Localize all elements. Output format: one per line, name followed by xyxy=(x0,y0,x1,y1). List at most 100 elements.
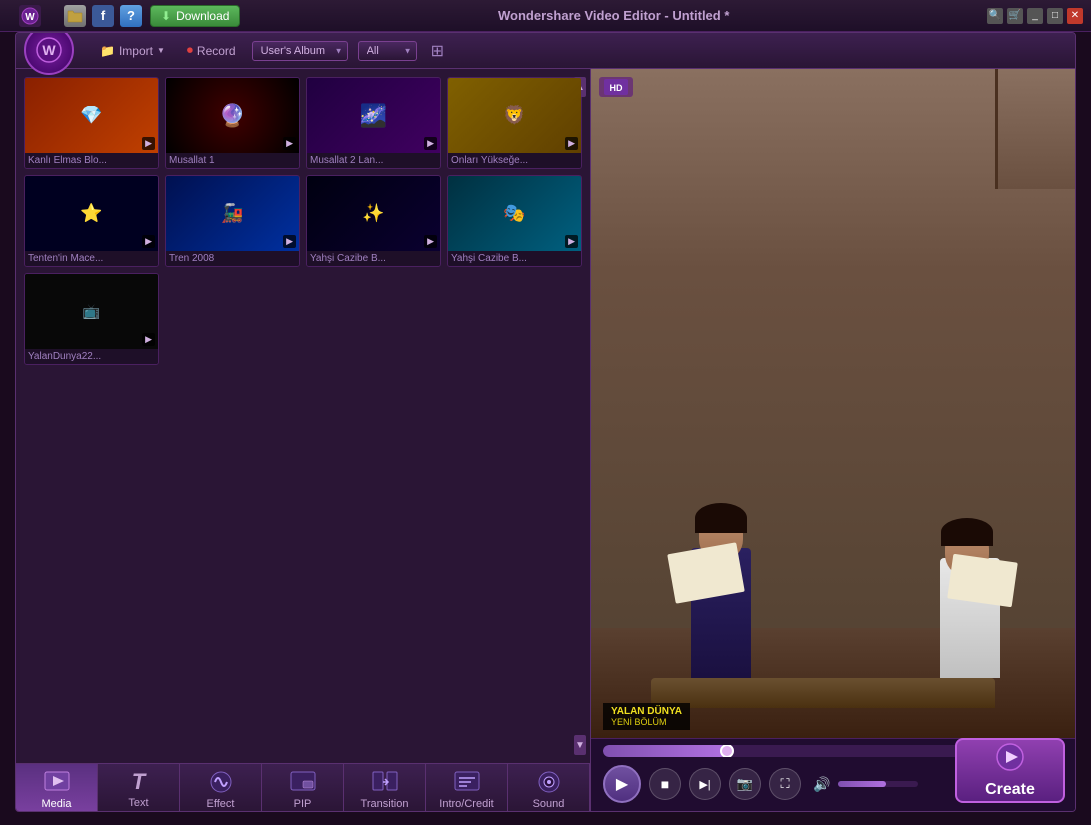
media-item[interactable]: 🎭▶ Yahşi Cazibe B... xyxy=(447,175,582,267)
layout-icon[interactable]: ⊞ xyxy=(431,41,444,61)
media-item[interactable]: ✨▶ Yahşi Cazibe B... xyxy=(306,175,441,267)
help-icon[interactable]: ? xyxy=(120,5,142,27)
media-item[interactable]: 🔮▶ Musallat 1 xyxy=(165,77,300,169)
media-item-label: Yahşi Cazibe B... xyxy=(307,251,440,266)
folder-icon[interactable] xyxy=(64,5,86,27)
import-button[interactable]: 📁 Import ▼ xyxy=(94,42,171,60)
stop-button[interactable]: ■ xyxy=(649,768,681,800)
player-controls: ▶ ■ ▶| 📷 ⛶ 🔊 00:42:53 / 01:32:50 xyxy=(591,738,1075,812)
app-window: W 📁 Import ▼ ⏺ Record User's Album My Vi… xyxy=(15,32,1076,812)
svg-text:W: W xyxy=(42,42,56,58)
media-item[interactable]: 🚂▶ Tren 2008 xyxy=(165,175,300,267)
tab-transition[interactable]: Transition xyxy=(344,764,426,812)
logo: W xyxy=(0,5,60,27)
facebook-icon[interactable]: f xyxy=(92,5,114,27)
minimize-button[interactable]: _ xyxy=(1027,8,1043,24)
album-select[interactable]: User's Album My Videos My Photos xyxy=(252,41,348,61)
app-title: Wondershare Video Editor - Untitled * xyxy=(240,8,987,23)
person2 xyxy=(925,518,1015,678)
maximize-button[interactable]: □ xyxy=(1047,8,1063,24)
sound-tab-icon xyxy=(533,768,565,796)
import-dropdown-icon: ▼ xyxy=(157,46,165,55)
transition-tab-icon xyxy=(369,768,401,796)
tab-pip-label: PIP xyxy=(294,798,312,810)
main-content: ▲ 💎▶ Kanlı Elmas Blo... 🔮▶ Musallat 1 🌌▶… xyxy=(16,69,1075,812)
media-item[interactable]: 💎▶ Kanlı Elmas Blo... xyxy=(24,77,159,169)
media-item[interactable]: ⭐▶ Tenten'in Mace... xyxy=(24,175,159,267)
progress-fill xyxy=(603,745,727,757)
hd-badge: HD xyxy=(599,77,633,97)
media-grid[interactable]: ▲ 💎▶ Kanlı Elmas Blo... 🔮▶ Musallat 1 🌌▶… xyxy=(16,69,590,763)
create-button[interactable]: Create xyxy=(955,738,1065,803)
tab-text-label: Text xyxy=(128,797,148,809)
tab-intro-credit[interactable]: Intro/Credit xyxy=(426,764,508,812)
media-item-label: Onları Yükseğe... xyxy=(448,153,581,168)
media-grid-inner: 💎▶ Kanlı Elmas Blo... 🔮▶ Musallat 1 🌌▶ M… xyxy=(24,77,582,365)
volume-slider[interactable] xyxy=(838,781,918,787)
media-item-label: Musallat 1 xyxy=(166,153,299,168)
svg-text:HD: HD xyxy=(610,83,623,93)
preview-scene: HD YALAN DÜNYA YENİ BÖLÜM xyxy=(591,69,1075,738)
media-item-label: Musallat 2 Lan... xyxy=(307,153,440,168)
preview-panel: HD YALAN DÜNYA YENİ BÖLÜM xyxy=(591,69,1075,812)
tab-sound-label: Sound xyxy=(533,798,565,810)
filter-select-wrapper: All Video Photo Audio xyxy=(358,41,417,61)
volume-icon: 🔊 xyxy=(813,776,830,793)
person1 xyxy=(671,498,771,678)
import-label: Import xyxy=(119,44,153,58)
record-label: Record xyxy=(197,44,236,58)
cart-button[interactable]: 🛒 xyxy=(1007,8,1023,24)
snapshot-button[interactable]: 📷 xyxy=(729,768,761,800)
titlebar: W f ? ⬇ Download Wondershare Video Edito… xyxy=(0,0,1091,32)
media-item-label: YalanDunya22... xyxy=(25,349,158,364)
tab-sound[interactable]: Sound xyxy=(508,764,590,812)
next-frame-button[interactable]: ▶| xyxy=(689,768,721,800)
media-item[interactable]: 🦁▶ Onları Yükseğe... xyxy=(447,77,582,169)
media-tab-icon xyxy=(41,768,73,796)
download-label: Download xyxy=(176,9,229,23)
download-arrow-icon: ⬇ xyxy=(161,9,171,23)
intro-credit-tab-icon xyxy=(451,768,483,796)
top-toolbar: W 📁 Import ▼ ⏺ Record User's Album My Vi… xyxy=(16,33,1075,69)
close-button[interactable]: ✕ xyxy=(1067,8,1083,24)
media-item-label: Tenten'in Mace... xyxy=(25,251,158,266)
window-controls: 🔍 🛒 _ □ ✕ xyxy=(987,8,1083,24)
effect-tab-icon xyxy=(205,768,237,796)
create-label: Create xyxy=(985,781,1035,799)
create-icon xyxy=(995,742,1025,777)
toolbar-icons: f ? xyxy=(64,5,142,27)
subtitle-badge: YALAN DÜNYA YENİ BÖLÜM xyxy=(603,703,690,730)
volume-fill xyxy=(838,781,886,787)
media-item-label: Yahşi Cazibe B... xyxy=(448,251,581,266)
text-tab-icon: T xyxy=(123,768,155,795)
import-folder-icon: 📁 xyxy=(100,44,115,58)
tab-transition-label: Transition xyxy=(361,798,409,810)
tab-intro-credit-label: Intro/Credit xyxy=(439,798,493,810)
record-button[interactable]: ⏺ Record xyxy=(181,41,242,60)
coffee-table xyxy=(651,678,995,708)
tab-media-label: Media xyxy=(42,798,72,810)
album-select-wrapper: User's Album My Videos My Photos xyxy=(252,41,348,61)
tab-text[interactable]: T Text xyxy=(98,764,180,812)
media-panel: ▲ 💎▶ Kanlı Elmas Blo... 🔮▶ Musallat 1 🌌▶… xyxy=(16,69,591,812)
video-preview: HD YALAN DÜNYA YENİ BÖLÜM xyxy=(591,69,1075,738)
pip-tab-icon xyxy=(287,768,319,796)
tab-media[interactable]: Media xyxy=(16,764,98,812)
tab-bar: Media T Text Effect xyxy=(16,763,590,812)
tab-effect-label: Effect xyxy=(207,798,235,810)
media-item[interactable]: 🌌▶ Musallat 2 Lan... xyxy=(306,77,441,169)
media-item-label: Kanlı Elmas Blo... xyxy=(25,153,158,168)
media-item-label: Tren 2008 xyxy=(166,251,299,266)
download-button[interactable]: ⬇ Download xyxy=(150,5,240,27)
tab-effect[interactable]: Effect xyxy=(180,764,262,812)
play-button[interactable]: ▶ xyxy=(603,765,641,803)
progress-knob[interactable] xyxy=(720,745,734,757)
search-button[interactable]: 🔍 xyxy=(987,8,1003,24)
scroll-down-arrow[interactable]: ▼ xyxy=(574,735,586,755)
tab-pip[interactable]: PIP xyxy=(262,764,344,812)
svg-text:W: W xyxy=(25,12,35,23)
record-dot-icon: ⏺ xyxy=(187,43,193,58)
media-item[interactable]: 📺▶ YalanDunya22... xyxy=(24,273,159,365)
fullscreen-button[interactable]: ⛶ xyxy=(769,768,801,800)
filter-select[interactable]: All Video Photo Audio xyxy=(358,41,417,61)
